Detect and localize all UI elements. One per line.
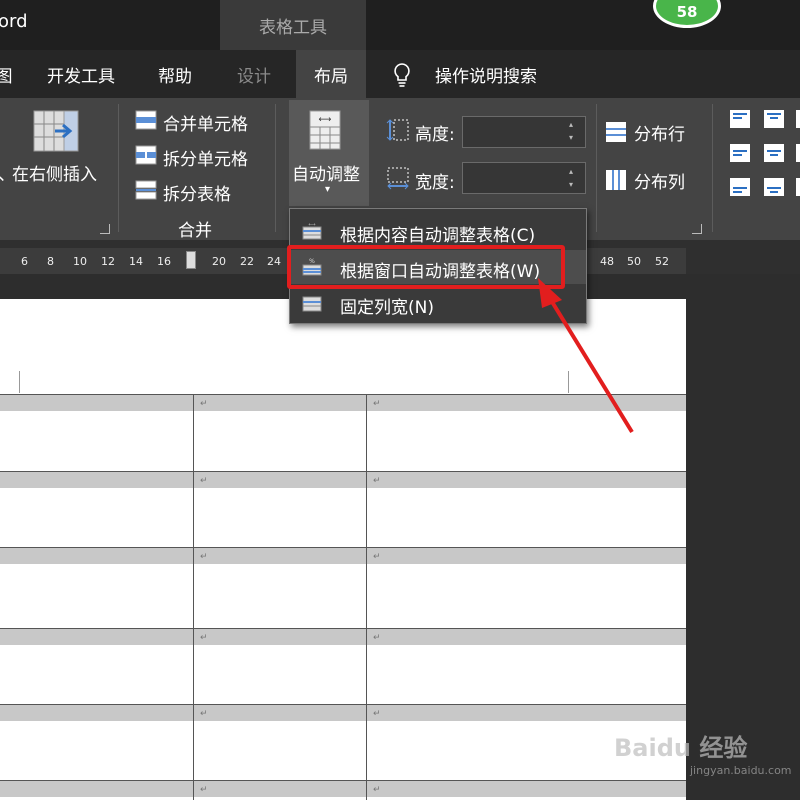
- ribbon-separator: [118, 104, 119, 232]
- table-row[interactable]: [0, 705, 686, 721]
- split-cells-icon: [135, 145, 157, 169]
- table-border: [366, 394, 367, 800]
- merge-cells-button[interactable]: 合并单元格: [163, 110, 248, 135]
- ruler-tick: 50: [627, 255, 641, 268]
- fixed-width-icon: [302, 294, 322, 312]
- tab-help[interactable]: 帮助: [146, 50, 204, 98]
- ruler-tick: 48: [600, 255, 614, 268]
- watermark-url: jingyan.baidu.com: [690, 764, 792, 777]
- split-table-button[interactable]: 拆分表格: [163, 180, 231, 205]
- ruler-tick: 22: [240, 255, 254, 268]
- height-input[interactable]: [462, 116, 586, 148]
- table-border: [0, 471, 686, 472]
- ruler-tick: 52: [655, 255, 669, 268]
- ribbon-tabs: 图 开发工具 帮助 设计 布局 操作说明搜索: [0, 50, 800, 98]
- distribute-columns-icon: [604, 168, 628, 196]
- cell-end-mark: ↵: [200, 633, 208, 643]
- ruler-tick: 6: [21, 255, 28, 268]
- menu-item-label: 根据内容自动调整表格(C): [340, 226, 536, 246]
- ruler-tick: 14: [129, 255, 143, 268]
- distribute-rows-icon: [604, 120, 628, 148]
- tab-developer[interactable]: 开发工具: [36, 50, 126, 98]
- autofit-button[interactable]: 自动调整: [292, 160, 360, 185]
- cell-end-mark: ↵: [373, 399, 381, 409]
- autofit-contents-icon: ⟷: [302, 222, 322, 240]
- table-border: [193, 394, 194, 800]
- align-middle-right-icon[interactable]: [796, 144, 800, 166]
- svg-text:⟷: ⟷: [319, 115, 332, 125]
- ribbon-separator: [275, 104, 276, 232]
- watermark-logo: Baidu 经验: [614, 734, 748, 762]
- ruler-tick: 16: [157, 255, 171, 268]
- align-bottom-left-icon[interactable]: [730, 178, 750, 200]
- cell-end-mark: ↵: [373, 633, 381, 643]
- align-top-right-icon[interactable]: [796, 110, 800, 132]
- cell-end-mark: ↵: [200, 399, 208, 409]
- context-tab-group-table-tools: 表格工具: [220, 0, 366, 50]
- cell-end-mark: ↵: [200, 552, 208, 562]
- table-border: [0, 704, 686, 705]
- annotation-arrow: [538, 278, 634, 434]
- ribbon-separator: [712, 104, 713, 232]
- cell-end-mark: ↵: [200, 785, 208, 795]
- cell-end-mark: ↵: [373, 476, 381, 486]
- dialog-launcher-icon[interactable]: [100, 224, 110, 234]
- width-label: 宽度:: [415, 173, 455, 193]
- table-row[interactable]: [0, 548, 686, 564]
- margin-mark: [19, 371, 20, 393]
- cell-end-mark: ↵: [373, 785, 381, 795]
- table-row[interactable]: [0, 472, 686, 488]
- align-bottom-right-icon[interactable]: [796, 178, 800, 200]
- height-label: 高度:: [415, 125, 455, 145]
- cell-end-mark: ↵: [373, 709, 381, 719]
- ruler-tick: 10: [73, 255, 87, 268]
- table-row[interactable]: [0, 781, 686, 797]
- app-name: ord: [0, 11, 28, 32]
- row-height-icon: [386, 118, 410, 146]
- ruler-tick: 24: [267, 255, 281, 268]
- width-input[interactable]: [462, 162, 586, 194]
- align-middle-center-icon[interactable]: [764, 144, 784, 166]
- autofit-icon[interactable]: ⟷: [309, 110, 341, 154]
- tell-me-search[interactable]: 操作说明搜索: [424, 50, 548, 98]
- align-middle-left-icon[interactable]: [730, 144, 750, 166]
- align-top-left-icon[interactable]: [730, 110, 750, 132]
- column-width-icon: [386, 166, 410, 194]
- align-bottom-center-icon[interactable]: [764, 178, 784, 200]
- split-table-icon: [135, 180, 157, 204]
- lightbulb-icon: [392, 62, 412, 92]
- menu-item-label: 固定列宽(N): [340, 298, 434, 318]
- split-cells-button[interactable]: 拆分单元格: [163, 145, 248, 170]
- menu-item-autofit-contents[interactable]: ⟷ 根据内容自动调整表格(C): [290, 214, 586, 248]
- ruler-tick: 12: [101, 255, 115, 268]
- table-row[interactable]: [0, 629, 686, 645]
- align-top-center-icon[interactable]: [764, 110, 784, 132]
- tab-design[interactable]: 设计: [226, 50, 282, 98]
- table-border: [0, 628, 686, 629]
- tab-layout[interactable]: 布局: [296, 50, 366, 98]
- distribute-rows-button[interactable]: 分布行: [634, 120, 685, 145]
- distribute-columns-button[interactable]: 分布列: [634, 168, 685, 193]
- cell-end-mark: ↵: [200, 476, 208, 486]
- ribbon-separator: [596, 104, 597, 232]
- tab-partial[interactable]: 图: [0, 50, 14, 98]
- merge-group-label: 合并: [178, 221, 212, 241]
- svg-text:⟷: ⟷: [308, 222, 315, 228]
- ruler-tick: 20: [212, 255, 226, 268]
- cell-end-mark: ↵: [200, 709, 208, 719]
- table-border: [0, 547, 686, 548]
- merge-cells-icon: [135, 110, 157, 134]
- insert-right-icon[interactable]: [33, 110, 79, 156]
- column-marker[interactable]: [186, 251, 196, 269]
- chevron-down-icon[interactable]: ▾: [325, 184, 330, 195]
- cell-end-mark: ↵: [373, 552, 381, 562]
- ruler-tick: 8: [47, 255, 54, 268]
- dialog-launcher-icon[interactable]: [692, 224, 702, 234]
- table-border: [0, 780, 686, 781]
- insert-right-button[interactable]: 在右侧插入: [12, 160, 97, 185]
